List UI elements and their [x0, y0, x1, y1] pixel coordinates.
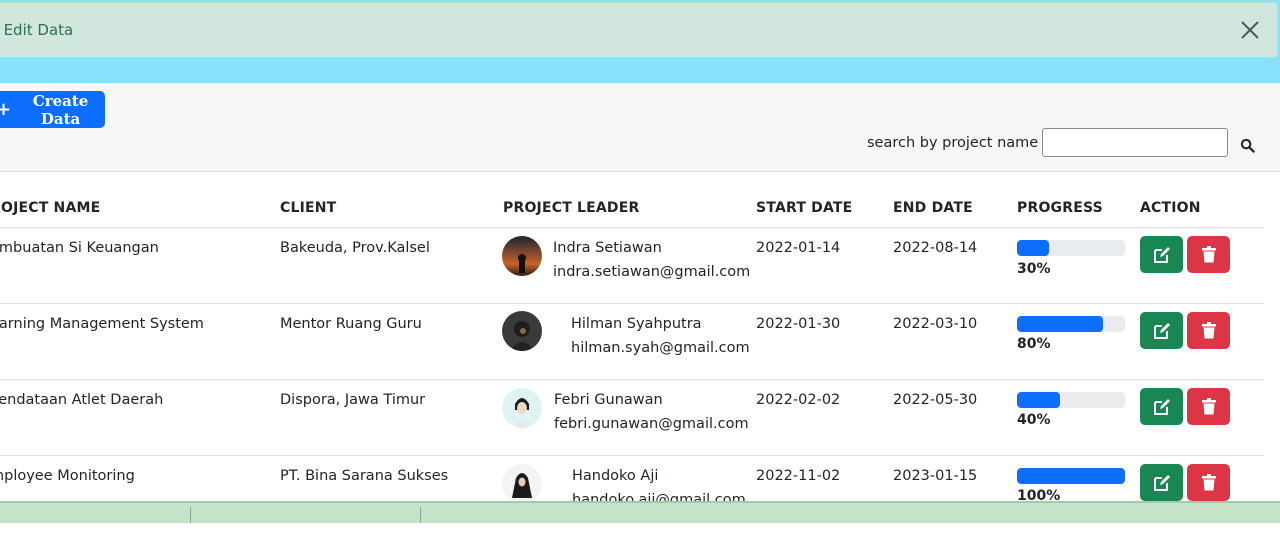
header-end-date: END DATE — [893, 200, 973, 216]
delete-button[interactable] — [1187, 236, 1230, 273]
edit-button[interactable] — [1140, 388, 1183, 425]
success-alert: s Edit Data — [0, 2, 1278, 58]
close-icon[interactable] — [1237, 17, 1263, 43]
edit-icon — [1153, 398, 1170, 415]
project-name: Pendataan Atlet Daerah — [0, 392, 164, 408]
edit-button[interactable] — [1140, 236, 1183, 273]
end-date: 2022-05-30 — [893, 392, 978, 408]
avatar — [502, 236, 542, 276]
progress-bar — [1017, 468, 1125, 484]
progress-bar — [1017, 316, 1125, 332]
start-date: 2022-11-02 — [756, 468, 841, 484]
trash-icon — [1201, 322, 1216, 339]
progress-bar-fill — [1017, 316, 1104, 332]
trash-icon — [1201, 474, 1216, 491]
row-divider — [0, 379, 1264, 380]
row-divider — [0, 455, 1264, 456]
leader-name: Hilman Syahputra — [571, 316, 702, 332]
leader-name: Handoko Aji — [572, 468, 659, 484]
edit-button[interactable] — [1140, 464, 1183, 501]
progress-label: 40% — [1017, 412, 1051, 428]
alert-message: s Edit Data — [0, 21, 74, 39]
progress-bar — [1017, 240, 1125, 256]
create-data-button[interactable]: + Create Data — [0, 91, 105, 128]
avatar — [502, 464, 542, 504]
edit-icon — [1153, 246, 1170, 263]
row-divider — [0, 303, 1264, 304]
delete-button[interactable] — [1187, 388, 1230, 425]
edit-button[interactable] — [1140, 312, 1183, 349]
start-date: 2022-01-14 — [756, 240, 841, 256]
search-input[interactable] — [1042, 128, 1228, 157]
header-divider — [0, 227, 1264, 228]
progress-label: 80% — [1017, 336, 1051, 352]
trash-icon — [1201, 246, 1216, 263]
projects-card: + Create Data search by project name : R… — [0, 83, 1280, 543]
header-project-leader: PROJECT LEADER — [503, 200, 640, 216]
progress-bar-fill — [1017, 392, 1061, 408]
client-name: PT. Bina Sarana Sukses — [280, 468, 449, 484]
delete-button[interactable] — [1187, 464, 1230, 501]
avatar — [502, 311, 542, 351]
plus-icon: + — [0, 98, 12, 120]
edit-icon — [1153, 474, 1170, 491]
header-client: CLIENT — [280, 200, 337, 216]
header-project-name: ROJECT NAME — [0, 200, 101, 216]
header-progress: PROGRESS — [1017, 200, 1103, 216]
end-date: 2023-01-15 — [893, 468, 978, 484]
avatar — [502, 388, 542, 428]
create-data-label: Create Data — [32, 91, 89, 128]
header-action: ACTION — [1140, 200, 1201, 216]
leader-email: indra.setiawan@gmail.com — [553, 264, 751, 280]
end-date: 2022-08-14 — [893, 240, 978, 256]
bottom-bar — [0, 501, 1280, 523]
progress-bar-fill — [1017, 468, 1125, 484]
progress-bar-fill — [1017, 240, 1050, 256]
leader-email: hilman.syah@gmail.com — [571, 340, 750, 356]
trash-icon — [1201, 398, 1216, 415]
end-date: 2022-03-10 — [893, 316, 978, 332]
leader-email: febri.gunawan@gmail.com — [554, 416, 749, 432]
client-name: Bakeuda, Prov.Kalsel — [280, 240, 430, 256]
header-start-date: START DATE — [756, 200, 853, 216]
progress-bar — [1017, 392, 1125, 408]
project-name: mployee Monitoring — [0, 468, 135, 484]
start-date: 2022-02-02 — [756, 392, 841, 408]
start-date: 2022-01-30 — [756, 316, 841, 332]
search-icon[interactable] — [1240, 138, 1255, 153]
project-name: earning Management System — [0, 316, 204, 332]
progress-label: 30% — [1017, 261, 1051, 277]
client-name: Dispora, Jawa Timur — [280, 392, 426, 408]
client-name: Mentor Ruang Guru — [280, 316, 422, 332]
leader-name: Indra Setiawan — [553, 240, 662, 256]
delete-button[interactable] — [1187, 312, 1230, 349]
edit-icon — [1153, 322, 1170, 339]
card-header: + Create Data search by project name : — [0, 83, 1280, 172]
project-name: embuatan Si Keuangan — [0, 240, 159, 256]
leader-name: Febri Gunawan — [554, 392, 663, 408]
search-label: search by project name : — [867, 135, 1048, 151]
